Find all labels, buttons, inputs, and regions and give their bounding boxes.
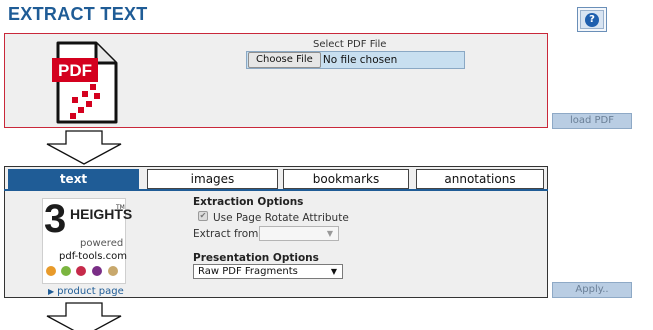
apply-button[interactable]: Apply.. <box>552 282 632 298</box>
select-pdf-label: Select PDF File <box>313 39 387 50</box>
presentation-select[interactable]: Raw PDF Fragments ▼ <box>193 264 343 279</box>
file-input[interactable]: Choose File No file chosen <box>246 51 465 69</box>
down-arrow-icon <box>46 302 122 330</box>
extraction-options-heading: Extraction Options <box>193 196 304 208</box>
chevron-down-icon: ▼ <box>326 229 333 238</box>
logo-color-dot <box>61 266 71 276</box>
tab-text[interactable]: text <box>8 169 139 189</box>
rotate-attribute-checkbox[interactable]: ✔ <box>198 211 208 221</box>
tab-images[interactable]: images <box>147 169 278 189</box>
tab-bar: text images bookmarks annotations <box>4 166 548 190</box>
choose-file-button[interactable]: Choose File <box>248 52 321 68</box>
product-page-link[interactable]: ▶ product page <box>48 286 124 297</box>
logo-color-dot <box>108 266 118 276</box>
triangle-right-icon: ▶ <box>48 287 55 296</box>
page-title: EXTRACT TEXT <box>8 4 148 24</box>
product-page-label: product page <box>57 286 124 297</box>
tab-bookmarks[interactable]: bookmarks <box>283 169 409 189</box>
logo-trademark: TM <box>116 204 125 211</box>
down-arrow-icon <box>46 130 122 165</box>
help-icon-glyph: ? <box>585 12 599 27</box>
presentation-selected-value: Raw PDF Fragments <box>198 266 298 277</box>
logo-color-dot <box>76 266 86 276</box>
extract-from-label: Extract from <box>193 228 259 240</box>
tab-underline <box>4 189 548 191</box>
tab-annotations[interactable]: annotations <box>416 169 544 189</box>
pdf-file-icon: PDF <box>52 41 118 124</box>
logo-powered-text: powered <box>80 238 124 249</box>
logo-color-dot <box>46 266 56 276</box>
pdf-badge-text: PDF <box>58 61 92 80</box>
logo-number: 3 <box>44 197 67 241</box>
help-button[interactable]: ? <box>577 7 607 32</box>
load-pdf-button[interactable]: load PDF <box>552 113 632 129</box>
file-status-text: No file chosen <box>322 54 398 66</box>
help-icon: ? <box>580 10 604 29</box>
logo-site-text: pdf-tools.com <box>59 251 127 262</box>
rotate-attribute-label: Use Page Rotate Attribute <box>213 212 349 224</box>
presentation-options-heading: Presentation Options <box>193 252 319 264</box>
logo-color-dot <box>92 266 102 276</box>
extract-from-select[interactable]: ▼ <box>259 226 339 241</box>
chevron-down-icon: ▼ <box>330 267 337 276</box>
